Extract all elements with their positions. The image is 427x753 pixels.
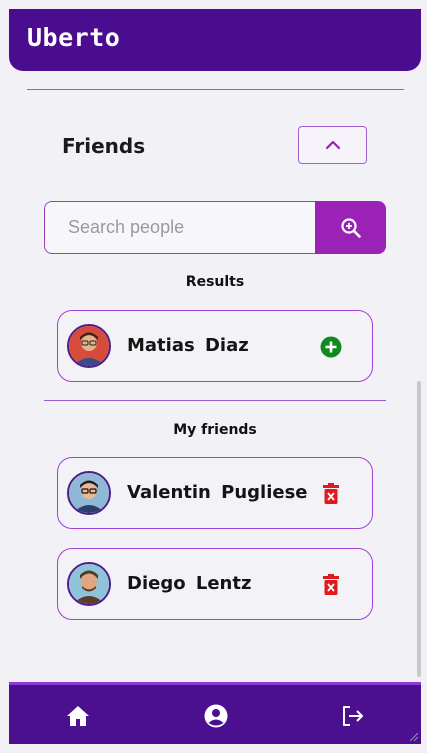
divider <box>27 89 404 90</box>
profile-icon <box>204 704 228 728</box>
person-name: Matias Diaz <box>127 335 249 356</box>
add-icon <box>320 336 342 358</box>
chevron-up-icon <box>325 140 340 150</box>
logout-icon <box>343 706 363 726</box>
friend-card: Diego Lentz <box>57 548 373 620</box>
app-header: Uberto <box>9 9 421 71</box>
search-plus-icon <box>340 217 361 238</box>
search-bar <box>44 201 386 254</box>
app-title: Uberto <box>27 23 121 52</box>
divider <box>44 400 386 401</box>
resize-grip-icon[interactable] <box>407 730 419 742</box>
remove-friend-button[interactable] <box>319 482 343 506</box>
avatar <box>67 324 111 368</box>
trash-icon <box>323 574 339 595</box>
nav-home[interactable] <box>65 703 91 729</box>
scrollbar[interactable] <box>417 381 421 677</box>
search-button[interactable] <box>315 201 386 254</box>
nav-logout[interactable] <box>340 703 366 729</box>
bottom-nav <box>9 682 421 744</box>
friend-card: Valentin Pugliese <box>57 457 373 529</box>
result-card: Matias Diaz <box>57 310 373 382</box>
remove-friend-button[interactable] <box>319 573 343 597</box>
collapse-button[interactable] <box>298 126 367 164</box>
trash-icon <box>323 483 339 504</box>
add-friend-button[interactable] <box>319 335 343 359</box>
results-label: Results <box>185 274 245 290</box>
person-name: Valentin Pugliese <box>127 482 308 503</box>
person-name: Diego Lentz <box>127 573 252 594</box>
search-input[interactable] <box>44 201 316 254</box>
app-frame: Uberto Friends Results <box>9 9 421 744</box>
section-title: Friends <box>62 134 146 158</box>
nav-profile[interactable] <box>203 703 229 729</box>
avatar <box>67 562 111 606</box>
my-friends-label: My friends <box>173 422 257 438</box>
home-icon <box>67 706 89 726</box>
avatar <box>67 471 111 515</box>
